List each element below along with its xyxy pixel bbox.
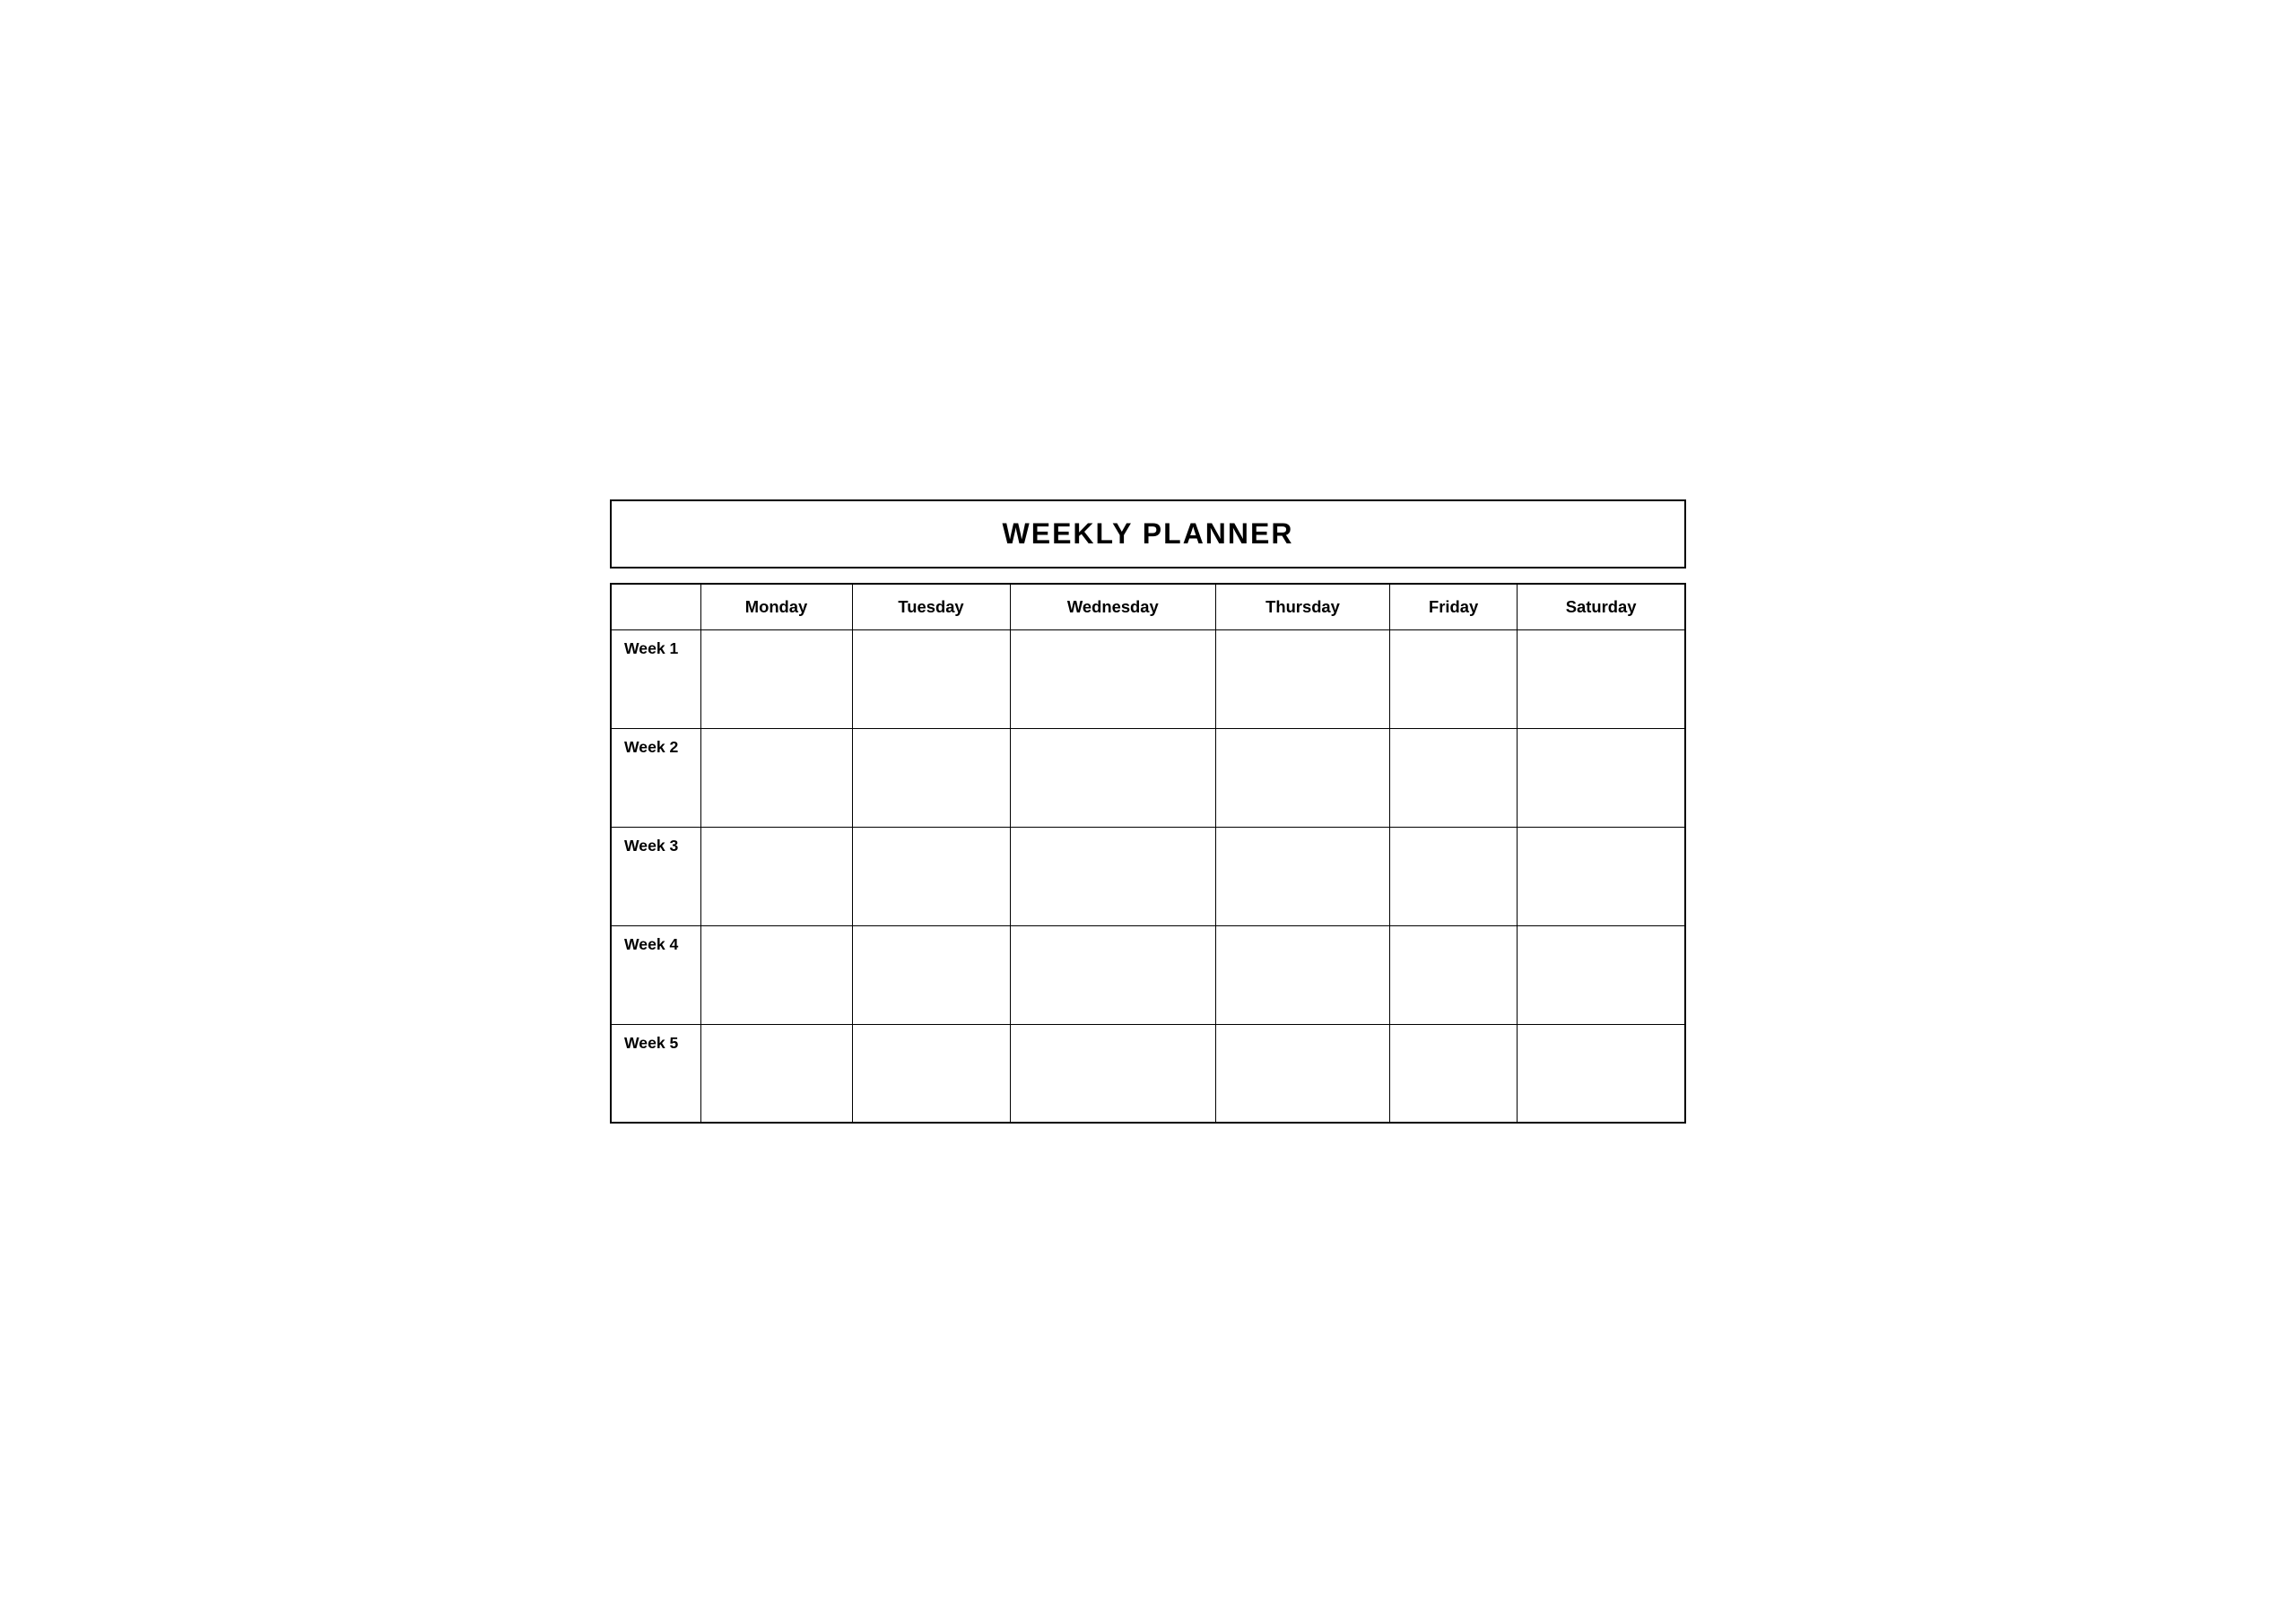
cell-week4-day4[interactable] bbox=[1216, 925, 1390, 1024]
cell-week1-day4[interactable] bbox=[1216, 629, 1390, 728]
week-label-3: Week 3 bbox=[611, 827, 700, 925]
cell-week5-day5[interactable] bbox=[1389, 1024, 1517, 1123]
cell-week5-day4[interactable] bbox=[1216, 1024, 1390, 1123]
page-title: WEEKLY PLANNER bbox=[612, 517, 1684, 551]
cell-week4-day2[interactable] bbox=[852, 925, 1010, 1024]
cell-week4-day3[interactable] bbox=[1010, 925, 1216, 1024]
table-row: Week 2 bbox=[611, 728, 1685, 827]
cell-week3-day2[interactable] bbox=[852, 827, 1010, 925]
cell-week3-day1[interactable] bbox=[700, 827, 852, 925]
cell-week1-day2[interactable] bbox=[852, 629, 1010, 728]
cell-week4-day5[interactable] bbox=[1389, 925, 1517, 1024]
planner-table: Monday Tuesday Wednesday Thursday Friday… bbox=[610, 583, 1686, 1124]
table-row: Week 1 bbox=[611, 629, 1685, 728]
cell-week2-day5[interactable] bbox=[1389, 728, 1517, 827]
title-box: WEEKLY PLANNER bbox=[610, 499, 1686, 568]
header-tuesday: Tuesday bbox=[852, 584, 1010, 630]
cell-week3-day4[interactable] bbox=[1216, 827, 1390, 925]
header-wednesday: Wednesday bbox=[1010, 584, 1216, 630]
header-thursday: Thursday bbox=[1216, 584, 1390, 630]
cell-week3-day5[interactable] bbox=[1389, 827, 1517, 925]
week-label-4: Week 4 bbox=[611, 925, 700, 1024]
cell-week1-day5[interactable] bbox=[1389, 629, 1517, 728]
cell-week2-day6[interactable] bbox=[1518, 728, 1685, 827]
cell-week5-day6[interactable] bbox=[1518, 1024, 1685, 1123]
cell-week1-day6[interactable] bbox=[1518, 629, 1685, 728]
cell-week3-day3[interactable] bbox=[1010, 827, 1216, 925]
week-label-2: Week 2 bbox=[611, 728, 700, 827]
cell-week1-day3[interactable] bbox=[1010, 629, 1216, 728]
cell-week2-day4[interactable] bbox=[1216, 728, 1390, 827]
cell-week4-day1[interactable] bbox=[700, 925, 852, 1024]
cell-week5-day3[interactable] bbox=[1010, 1024, 1216, 1123]
header-empty bbox=[611, 584, 700, 630]
header-monday: Monday bbox=[700, 584, 852, 630]
table-row: Week 5 bbox=[611, 1024, 1685, 1123]
cell-week1-day1[interactable] bbox=[700, 629, 852, 728]
week-label-5: Week 5 bbox=[611, 1024, 700, 1123]
header-saturday: Saturday bbox=[1518, 584, 1685, 630]
header-row: Monday Tuesday Wednesday Thursday Friday… bbox=[611, 584, 1685, 630]
table-row: Week 3 bbox=[611, 827, 1685, 925]
planner-container: WEEKLY PLANNER Monday Tuesday Wednesday … bbox=[610, 499, 1686, 1124]
cell-week2-day1[interactable] bbox=[700, 728, 852, 827]
header-friday: Friday bbox=[1389, 584, 1517, 630]
cell-week3-day6[interactable] bbox=[1518, 827, 1685, 925]
cell-week2-day3[interactable] bbox=[1010, 728, 1216, 827]
cell-week5-day1[interactable] bbox=[700, 1024, 852, 1123]
cell-week4-day6[interactable] bbox=[1518, 925, 1685, 1024]
week-label-1: Week 1 bbox=[611, 629, 700, 728]
cell-week5-day2[interactable] bbox=[852, 1024, 1010, 1123]
table-row: Week 4 bbox=[611, 925, 1685, 1024]
cell-week2-day2[interactable] bbox=[852, 728, 1010, 827]
